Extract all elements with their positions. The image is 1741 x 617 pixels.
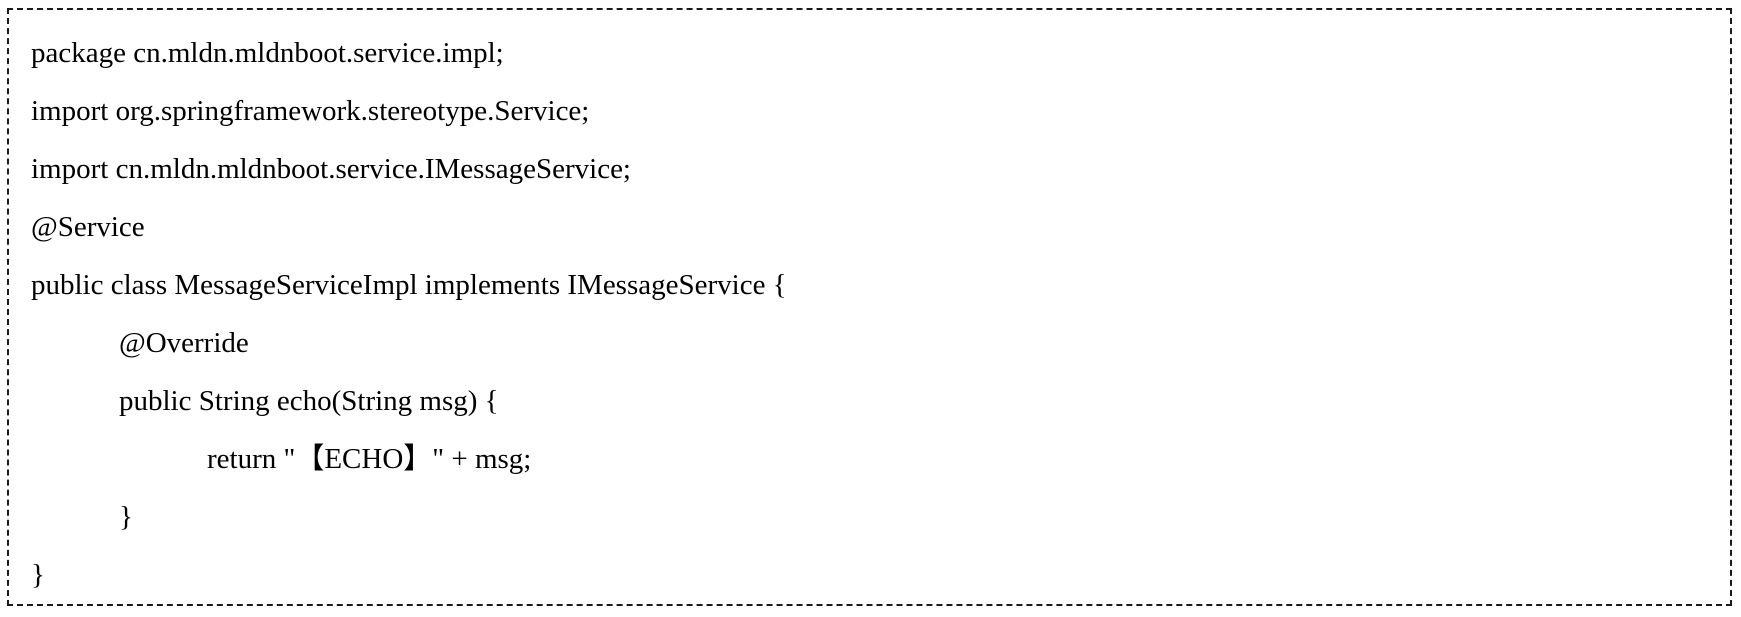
code-line-import-imessageservice: import cn.mldn.mldnboot.service.IMessage…	[31, 153, 631, 185]
code-line-class-declaration: public class MessageServiceImpl implemen…	[31, 269, 787, 301]
code-line-import-service: import org.springframework.stereotype.Se…	[31, 95, 590, 127]
code-block: package cn.mldn.mldnboot.service.impl; i…	[7, 8, 1732, 606]
code-line-package: package cn.mldn.mldnboot.service.impl;	[31, 37, 504, 69]
code-line-return-statement: return "【ECHO】" + msg;	[207, 443, 532, 475]
code-line-class-close-brace: }	[31, 559, 45, 591]
code-line-method-signature: public String echo(String msg) {	[119, 385, 499, 417]
code-line-override-annotation: @Override	[119, 327, 249, 359]
code-line-service-annotation: @Service	[31, 211, 145, 243]
code-line-method-close-brace: }	[119, 501, 133, 533]
